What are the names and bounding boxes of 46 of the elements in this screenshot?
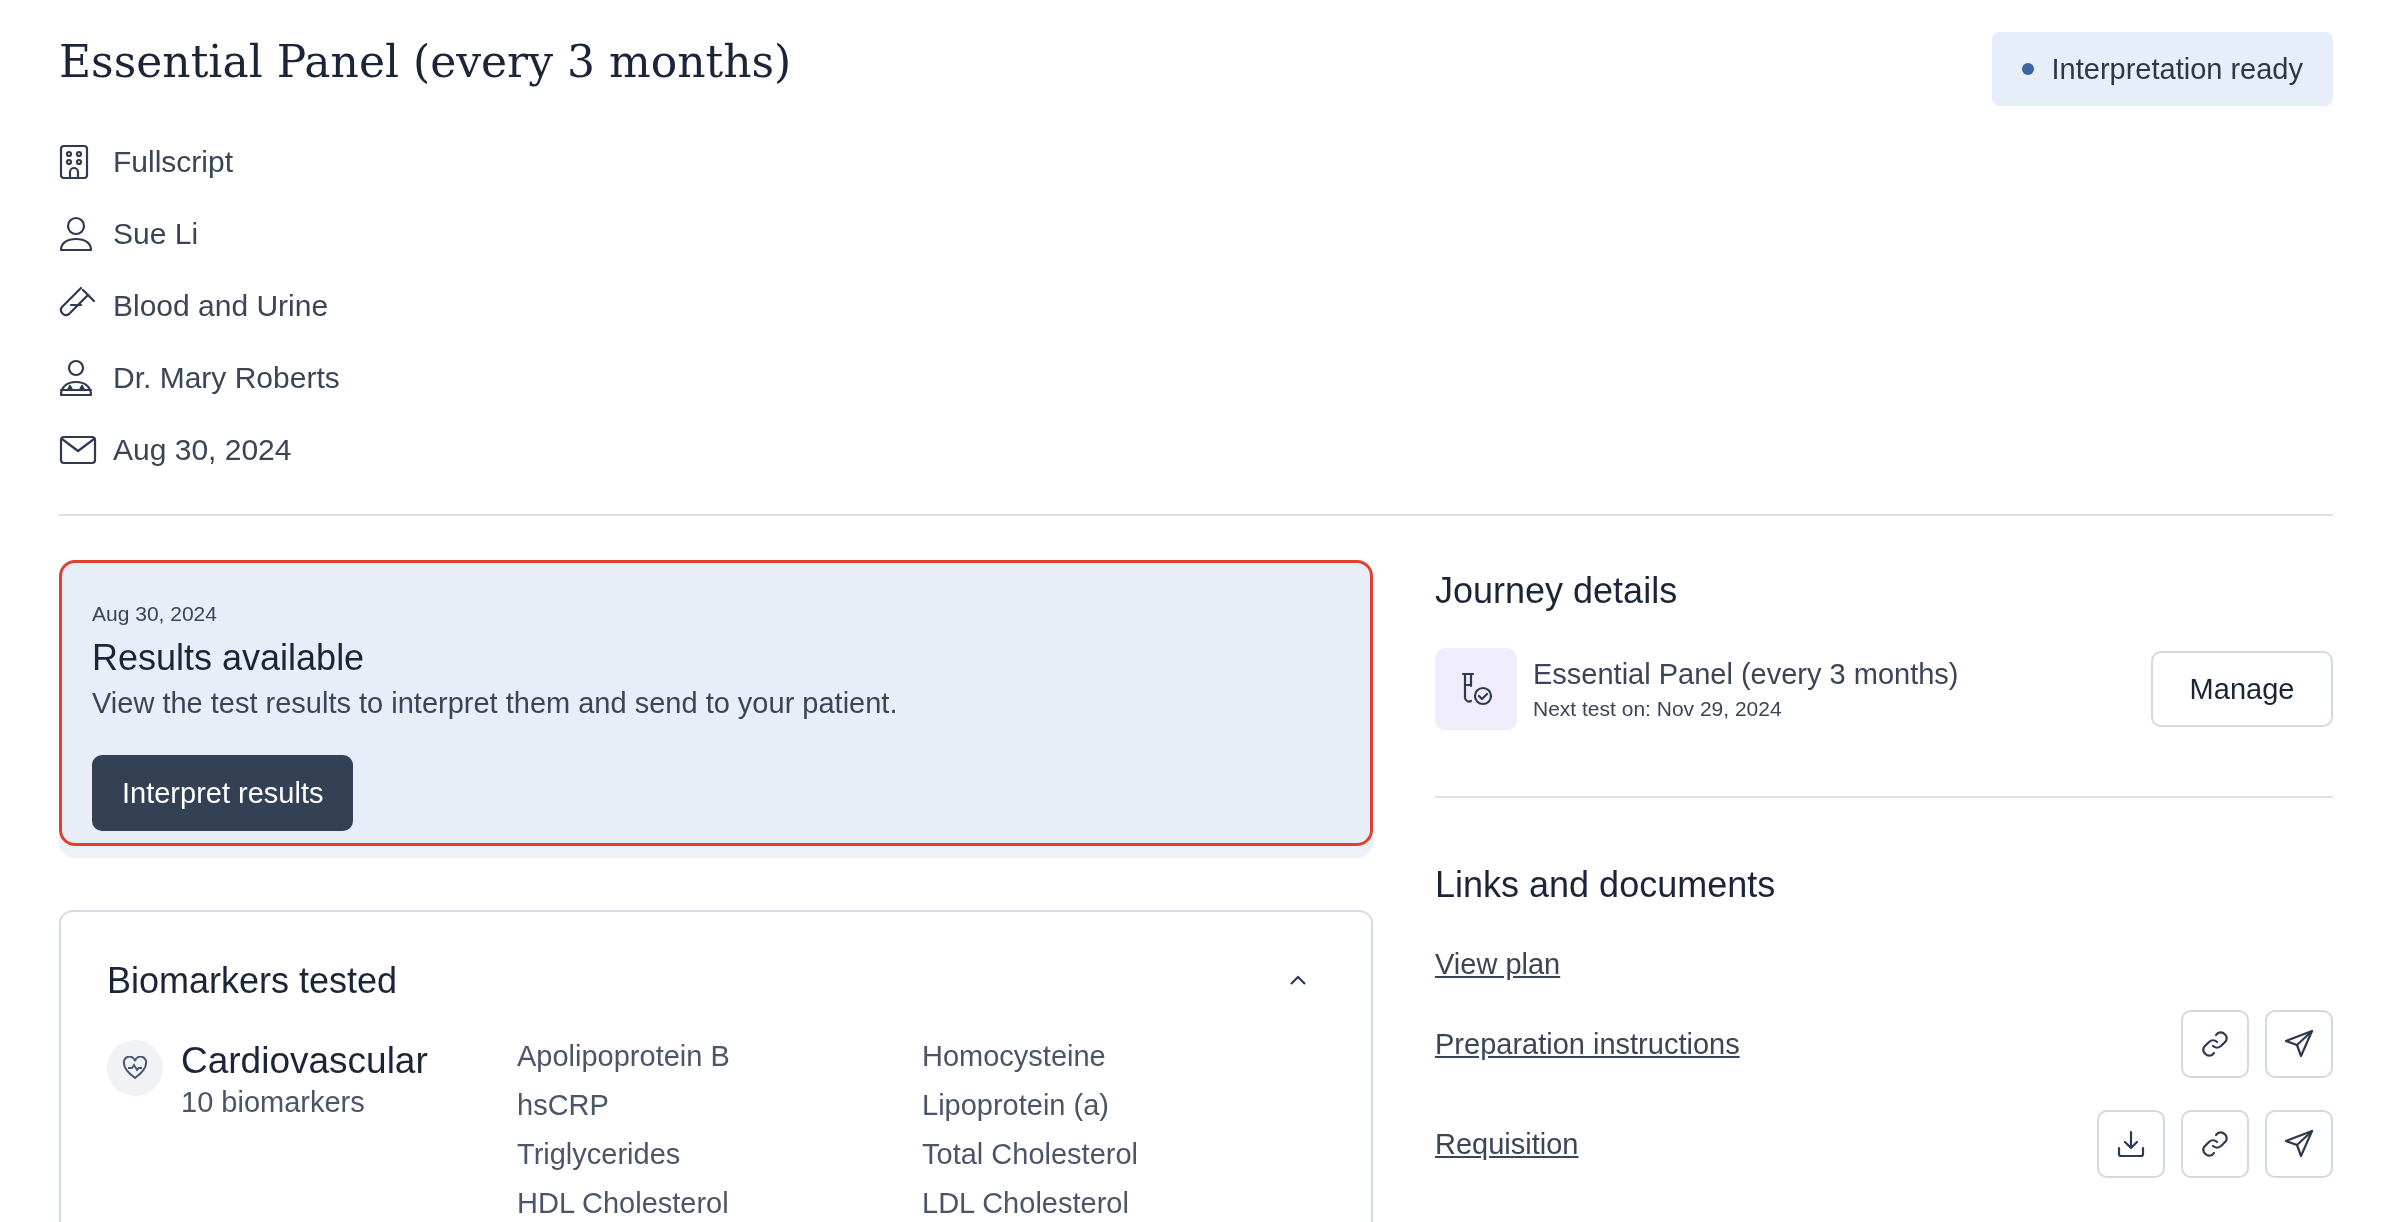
doctor-icon (59, 359, 93, 397)
section-title: Biomarkers tested (107, 960, 398, 1002)
send-icon (2284, 1029, 2314, 1059)
detail-text: Fullscript (113, 145, 233, 179)
biomarker-count: 10 biomarkers (181, 1086, 366, 1119)
caret-icon (1288, 973, 1308, 986)
document-link[interactable]: Preparation instructions (1435, 1027, 1740, 1061)
document-link[interactable]: Requisition (1435, 1127, 1579, 1161)
detail-text: Sue Li (113, 217, 199, 251)
section-title: Journey details (1435, 570, 1679, 612)
section-title: Links and documents (1435, 864, 1777, 906)
biomarker-name: LDL Cholesterol (922, 1187, 1130, 1221)
biomarker-name: Apolipoprotein B (517, 1040, 731, 1074)
biomarker-name: HDL Cholesterol (517, 1187, 730, 1221)
send-button[interactable] (2265, 1110, 2333, 1178)
detail-text: Dr. Mary Roberts (113, 361, 340, 395)
copy-link-button[interactable] (2181, 1110, 2249, 1178)
detail-text: Aug 30, 2024 (113, 433, 292, 467)
download-icon (2116, 1129, 2146, 1159)
send-icon (2284, 1129, 2314, 1159)
copy-link-button[interactable] (2181, 1010, 2249, 1078)
biomarker-name: Lipoprotein (a) (922, 1089, 1110, 1123)
send-button[interactable] (2265, 1010, 2333, 1078)
status-badge: Interpretation ready (1991, 32, 2333, 106)
building-icon (59, 144, 89, 180)
next-test-date: Next test on: Nov 29, 2024 (1533, 696, 1783, 721)
link-icon (2199, 1028, 2231, 1060)
biomarker-name: Homocysteine (922, 1040, 1107, 1074)
interpret-results-button[interactable]: Interpret results (92, 755, 354, 831)
card-description: View the test results to interpret them and send to your patient. (92, 687, 899, 720)
tube-check-icon (1435, 648, 1517, 730)
page-title: Essential Panel (every 3 months) (59, 36, 792, 87)
download-button[interactable] (2097, 1110, 2165, 1178)
category-name: Cardiovascular (181, 1040, 428, 1082)
result-date: Aug 30, 2024 (92, 602, 218, 626)
plan-name: Essential Panel (every 3 months) (1533, 657, 1960, 691)
manage-button[interactable]: Manage (2151, 651, 2333, 727)
link-icon (2199, 1128, 2231, 1160)
biomarker-name: Total Cholesterol (922, 1138, 1139, 1172)
detail-text: Blood and Urine (113, 289, 329, 323)
biomarker-name: Triglycerides (517, 1138, 682, 1172)
person-icon (59, 216, 93, 252)
biomarker-name: hsCRP (517, 1089, 610, 1123)
envelope-icon (59, 435, 97, 465)
card-title: Results available (92, 637, 366, 679)
document-link[interactable]: View plan (1435, 947, 1561, 981)
